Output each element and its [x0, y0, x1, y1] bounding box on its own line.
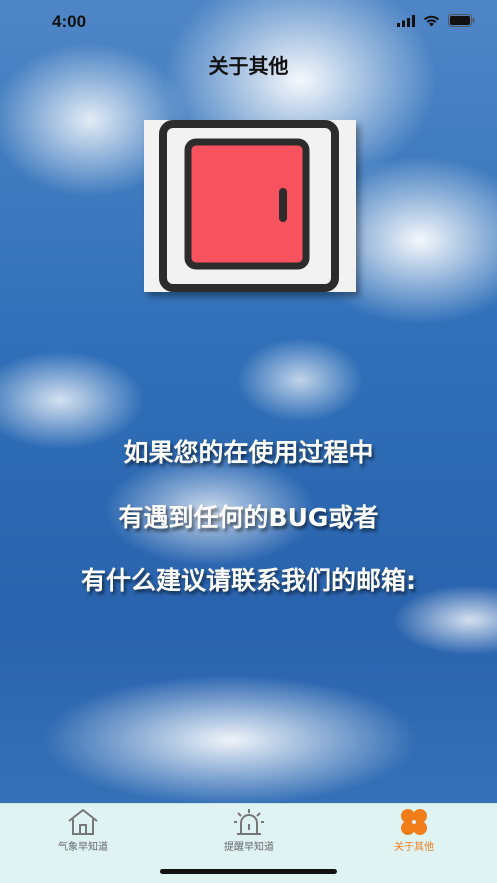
home-indicator: [160, 869, 337, 874]
page-title: 关于其他: [208, 54, 289, 78]
tab-weather[interactable]: 气象早知道: [0, 808, 166, 856]
hero-image: [144, 120, 356, 292]
house-icon: [68, 809, 98, 835]
tab-label: 气象早知道: [58, 842, 108, 853]
message-line-1: 如果您的在使用过程中: [123, 438, 374, 467]
alarm-light-icon: [234, 809, 264, 835]
four-petal-icon: [401, 809, 427, 835]
tab-about[interactable]: 关于其他: [331, 808, 497, 856]
door-icon: [159, 120, 339, 292]
wifi-icon: [424, 15, 439, 26]
screen: 4:00 关于其他 如果您的在使用过程中 有遇到任何的BUG或者 有什么建议请联…: [0, 0, 497, 883]
tab-reminder[interactable]: 提醒早知道: [166, 808, 332, 856]
status-icons: [397, 14, 475, 27]
tab-label: 关于其他: [394, 842, 434, 853]
battery-icon: [448, 14, 475, 27]
message-line-3: 有什么建议请联系我们的邮箱:: [81, 566, 416, 595]
tab-label: 提醒早知道: [224, 842, 274, 853]
status-bar: 4:00: [0, 0, 497, 44]
signal-icon: [397, 14, 415, 27]
status-time: 4:00: [52, 12, 87, 31]
message-line-2: 有遇到任何的BUG或者: [118, 503, 379, 532]
